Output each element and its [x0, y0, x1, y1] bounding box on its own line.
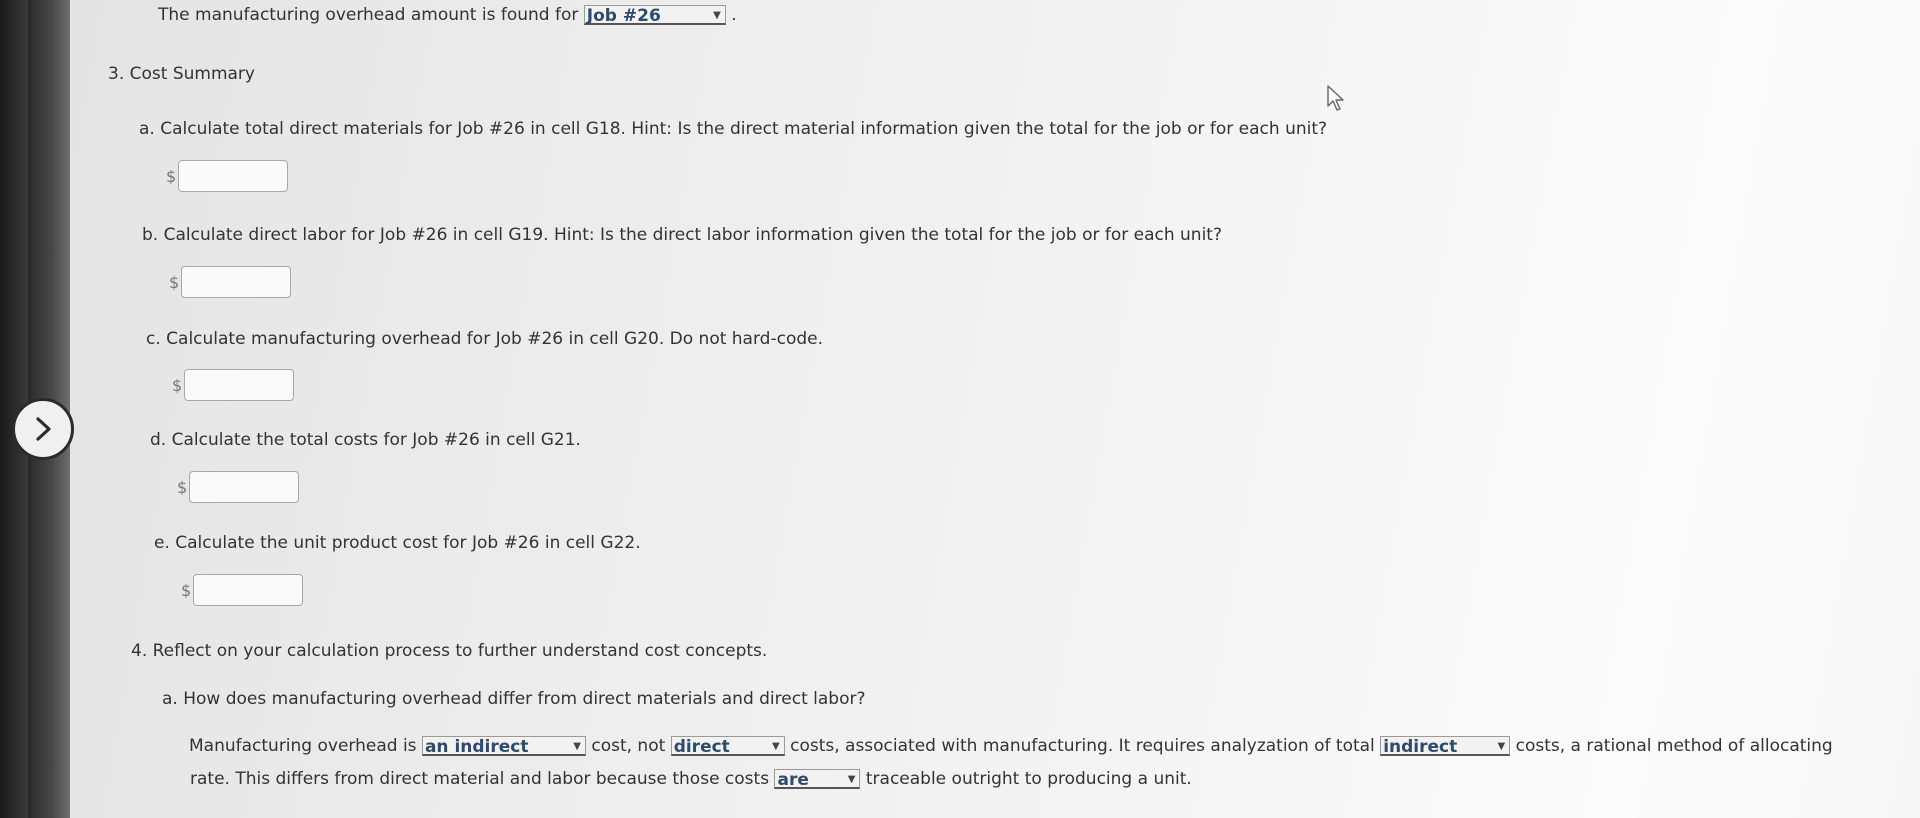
item-d-input-group: $	[177, 471, 300, 503]
dollar-sign: $	[177, 477, 188, 497]
item-c-input[interactable]	[184, 369, 295, 401]
answer-line-1: Manufacturing overhead is an indirect ▼ …	[189, 735, 1833, 757]
overhead-job-text: The manufacturing overhead amount is fou…	[158, 5, 579, 25]
caret-down-icon: ▼	[847, 774, 856, 785]
item-d-label: d. Calculate the total costs for Job #26…	[150, 430, 581, 450]
item-b-input-group: $	[169, 266, 292, 298]
answer-text: cost, not	[591, 736, 666, 756]
total-cost-type-select[interactable]: indirect ▼	[1380, 736, 1511, 757]
item-b-label: b. Calculate direct labor for Job #26 in…	[142, 225, 1222, 245]
traceable-select-value: are	[777, 770, 809, 790]
dollar-sign: $	[169, 272, 180, 292]
caret-down-icon: ▼	[771, 741, 780, 752]
item-e-input[interactable]	[193, 574, 304, 606]
item-a-label: a. Calculate total direct materials for …	[139, 119, 1328, 139]
answer-line-2: rate. This differs from direct material …	[190, 768, 1192, 790]
sentence-period: .	[731, 5, 737, 25]
dollar-sign: $	[166, 166, 177, 186]
section3-heading: 3. Cost Summary	[108, 64, 255, 84]
job-select-value: Job #26	[586, 6, 661, 26]
caret-down-icon: ▼	[713, 10, 721, 21]
item-c-label: c. Calculate manufacturing overhead for …	[146, 329, 823, 349]
answer-text: Manufacturing overhead is	[189, 736, 417, 756]
traceable-select[interactable]: are ▼	[774, 769, 861, 790]
cost-type-select[interactable]: an indirect ▼	[421, 736, 586, 757]
item-d-input[interactable]	[189, 471, 300, 503]
item-c-input-group: $	[172, 369, 295, 401]
answer-text: rate. This differs from direct material …	[190, 769, 770, 789]
section4-heading: 4. Reflect on your calculation process t…	[131, 641, 768, 661]
not-cost-type-select-value: direct	[673, 737, 730, 757]
answer-text: costs, associated with manufacturing. It…	[790, 736, 1375, 756]
item-e-label: e. Calculate the unit product cost for J…	[154, 533, 641, 553]
not-cost-type-select[interactable]: direct ▼	[670, 736, 785, 757]
item-b-input[interactable]	[181, 266, 292, 298]
dollar-sign: $	[181, 580, 192, 600]
total-cost-type-select-value: indirect	[1383, 737, 1458, 757]
answer-text: traceable outright to producing a unit.	[865, 769, 1192, 789]
question-a: a. How does manufacturing overhead diffe…	[162, 689, 866, 709]
caret-down-icon: ▼	[1497, 741, 1506, 752]
item-e-input-group: $	[181, 574, 304, 606]
job-select[interactable]: Job #26 ▼	[583, 5, 726, 26]
overhead-job-sentence: The manufacturing overhead amount is fou…	[158, 4, 737, 26]
caret-down-icon: ▼	[573, 741, 581, 752]
dollar-sign: $	[172, 375, 183, 395]
mouse-pointer-icon	[1327, 85, 1344, 111]
item-a-input-group: $	[166, 160, 289, 192]
answer-text: costs, a rational method of allocating	[1515, 736, 1833, 756]
main-content: The manufacturing overhead amount is fou…	[0, 0, 1920, 818]
cost-type-select-value: an indirect	[424, 737, 529, 757]
item-a-input[interactable]	[178, 160, 289, 192]
